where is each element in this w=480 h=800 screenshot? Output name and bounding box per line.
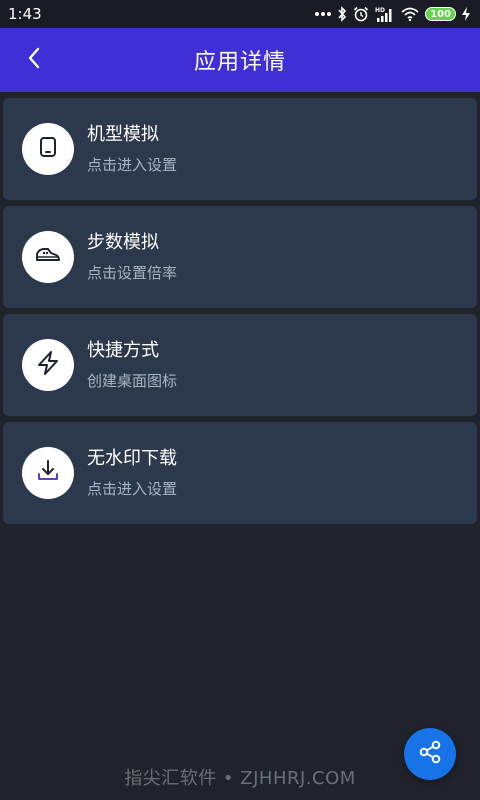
charging-icon: [462, 7, 470, 21]
device-icon: [36, 135, 60, 163]
menu-item-step-simulation[interactable]: 步数模拟 点击设置倍率: [3, 206, 477, 308]
menu-item-text: 机型模拟 点击进入设置: [87, 123, 177, 176]
menu-item-title: 步数模拟: [87, 231, 159, 253]
menu-item-shortcut[interactable]: 快捷方式 创建桌面图标: [3, 314, 477, 416]
menu-item-subtitle: 创建桌面图标: [87, 371, 178, 390]
page-title: 应用详情: [193, 50, 286, 75]
menu-list: 机型模拟 点击进入设置 步数模拟 点击设置倍率 快捷方式 创建桌面图标 无水印下…: [3, 98, 477, 530]
status-icons: HD 100: [315, 0, 470, 28]
svg-text:HD: HD: [375, 7, 385, 14]
menu-item-text: 步数模拟 点击设置倍率: [87, 231, 177, 284]
bluetooth-icon: [337, 6, 347, 22]
menu-item-icon-circle: [22, 447, 74, 499]
status-bar: 1:43 HD 100: [0, 0, 480, 28]
chevron-left-icon: [26, 46, 42, 74]
menu-item-subtitle: 点击进入设置: [87, 479, 178, 498]
battery-icon: 100: [425, 7, 456, 21]
menu-item-title: 快捷方式: [87, 339, 159, 361]
menu-item-no-watermark-download[interactable]: 无水印下载 点击进入设置: [3, 422, 477, 524]
lightning-icon: [35, 350, 61, 380]
wifi-icon: [401, 7, 419, 21]
menu-item-text: 无水印下载 点击进入设置: [87, 447, 177, 500]
alarm-icon: [353, 6, 369, 22]
shoe-icon: [34, 243, 62, 271]
menu-item-icon-circle: [22, 339, 74, 391]
menu-item-icon-circle: [22, 123, 74, 175]
download-icon: [35, 458, 61, 488]
menu-item-title: 无水印下载: [87, 447, 177, 469]
menu-item-text: 快捷方式 创建桌面图标: [87, 339, 177, 392]
menu-item-subtitle: 点击设置倍率: [87, 263, 178, 282]
app-bar: 应用详情: [0, 28, 480, 92]
watermark-text: 指尖汇软件 • ZJHHRJ.COM: [124, 768, 356, 789]
back-button[interactable]: [14, 40, 54, 80]
menu-item-device-simulation[interactable]: 机型模拟 点击进入设置: [3, 98, 477, 200]
status-time: 1:43: [8, 5, 42, 23]
menu-item-icon-circle: [22, 231, 74, 283]
menu-item-subtitle: 点击进入设置: [87, 155, 178, 174]
hd-signal-icon: HD: [375, 6, 395, 22]
more-dots-icon: [315, 11, 332, 17]
menu-item-title: 机型模拟: [87, 123, 159, 145]
